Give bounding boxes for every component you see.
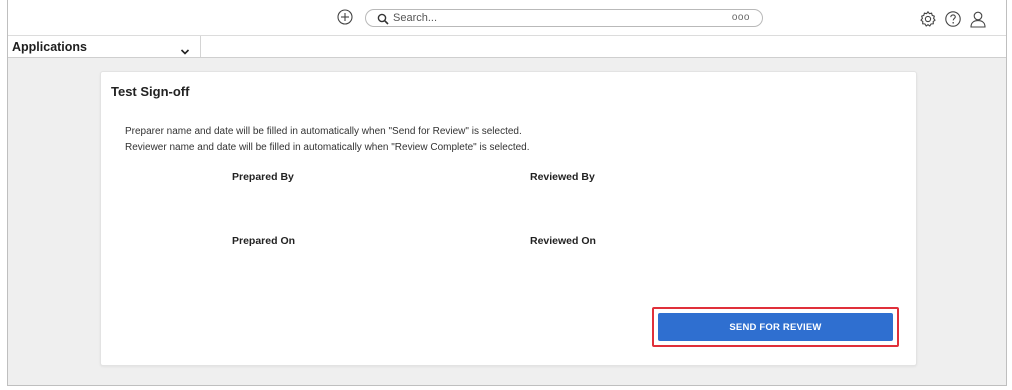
search-bar[interactable]: ooo [365, 9, 763, 27]
prepared-on-label: Prepared On [232, 235, 296, 247]
applications-label: Applications [12, 39, 88, 54]
reviewed-on-label: Reviewed On [530, 235, 596, 247]
gear-icon[interactable] [919, 10, 937, 28]
help-icon[interactable] [944, 10, 962, 28]
reviewed-by-label: Reviewed By [530, 171, 595, 183]
preparer-instruction: Preparer name and date will be filled in… [125, 126, 522, 137]
search-icon [377, 12, 389, 25]
reviewer-instruction: Reviewer name and date will be filled in… [125, 142, 530, 153]
app-frame: ooo [7, 0, 1007, 386]
send-for-review-highlight: SEND FOR REVIEW [652, 307, 899, 347]
test-signoff-card: Test Sign-off Preparer name and date wil… [100, 71, 917, 366]
add-circle-icon[interactable] [337, 9, 353, 25]
card-title: Test Sign-off [111, 84, 190, 99]
top-bar: ooo [8, 0, 1006, 36]
user-icon[interactable] [969, 10, 987, 28]
search-input[interactable] [393, 10, 713, 26]
sub-navigation: Applications [8, 36, 1006, 58]
chevron-down-icon [180, 43, 190, 55]
send-for-review-button[interactable]: SEND FOR REVIEW [658, 313, 893, 341]
prepared-by-label: Prepared By [232, 171, 294, 183]
search-options-button[interactable]: ooo [732, 10, 750, 26]
applications-dropdown[interactable]: Applications [8, 36, 201, 57]
